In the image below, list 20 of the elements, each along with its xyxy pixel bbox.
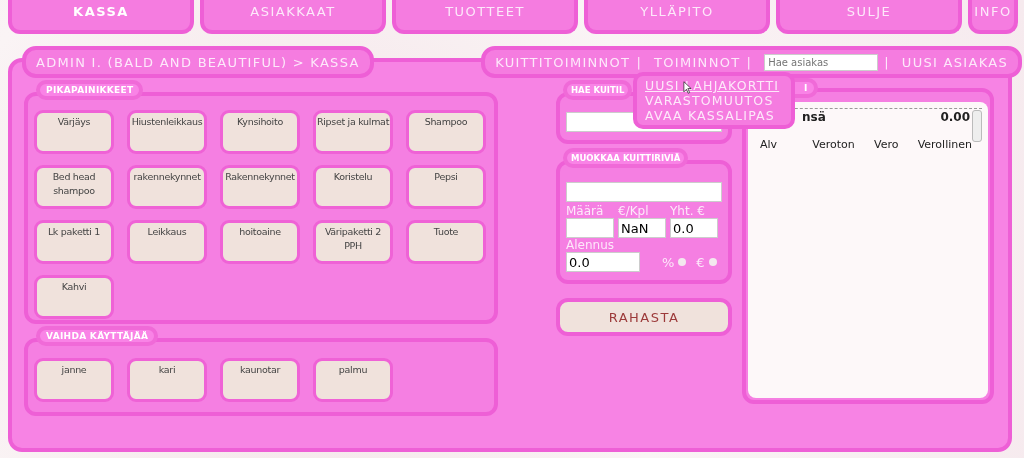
field-label: Alennus	[566, 238, 615, 252]
total-value: 0.00	[940, 110, 970, 126]
section-title: VAIHDA KÄYTTÄJÄÄ	[36, 326, 159, 346]
radio-label: €	[696, 254, 705, 270]
breadcrumb: ADMIN I. (BALD AND BEAUTIFUL) > KASSA	[22, 46, 374, 78]
column-header: Vero	[873, 138, 899, 151]
total-label: nsä	[802, 110, 826, 126]
field-label: Yht. €	[670, 204, 706, 218]
field-label: Määrä	[566, 204, 605, 218]
section-title: MUOKKAA KUITTIRIVIÄ	[563, 148, 689, 168]
column-header: Verollinen	[917, 138, 972, 151]
separator: |	[884, 54, 890, 70]
section-title: HAE KUITIL	[563, 80, 633, 100]
column-header: Veroton	[812, 138, 855, 151]
radio-label: %	[662, 254, 675, 270]
separator: |	[636, 54, 643, 70]
section-title: PIKAPAINIKKEET	[36, 80, 144, 100]
column-header: Alv	[760, 138, 778, 151]
field-label: €/Kpl	[618, 204, 650, 218]
separator: |	[746, 54, 753, 70]
